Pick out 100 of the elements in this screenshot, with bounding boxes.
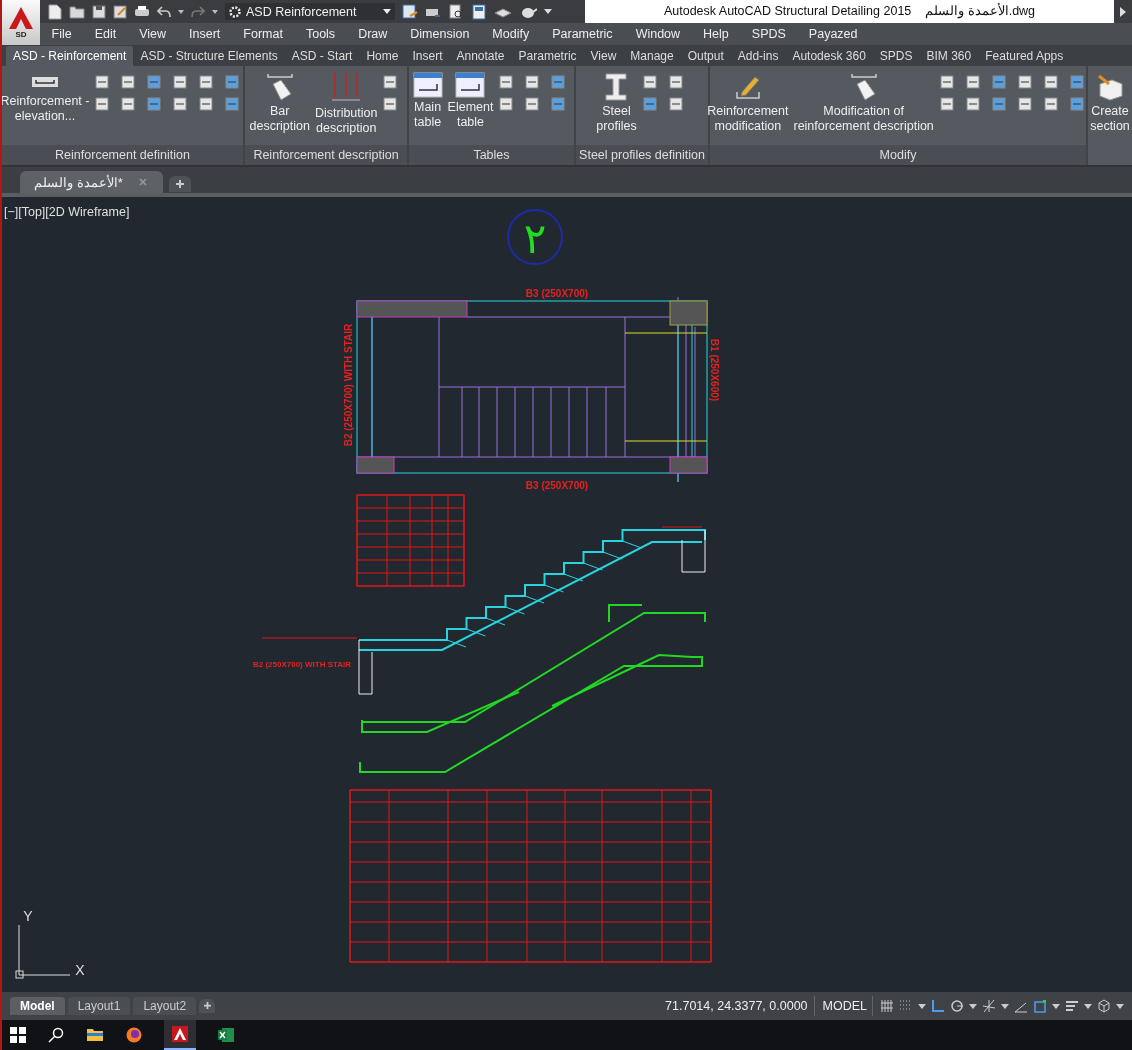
- new-layout-button[interactable]: [199, 998, 216, 1013]
- tool-icon[interactable]: [524, 95, 541, 112]
- ribbon-tab[interactable]: SPDS: [872, 45, 920, 66]
- tool-icon[interactable]: [990, 73, 1007, 90]
- caret-icon[interactable]: [1001, 1003, 1009, 1009]
- viewport-label[interactable]: [−][Top][2D Wireframe]: [4, 205, 130, 220]
- ortho-icon[interactable]: [931, 999, 945, 1014]
- publish-icon[interactable]: [402, 3, 418, 20]
- grid-icon[interactable]: [880, 999, 894, 1014]
- spreadsheet-icon[interactable]: [218, 1027, 234, 1043]
- ribbon-button[interactable]: Create section: [1090, 71, 1130, 134]
- cube-icon[interactable]: [1097, 999, 1111, 1014]
- tool-icon[interactable]: [550, 95, 567, 112]
- layout-tab[interactable]: Layout2: [133, 997, 197, 1016]
- tool-icon[interactable]: [224, 73, 241, 90]
- layout-tab[interactable]: Layout1: [67, 997, 131, 1016]
- caret-icon[interactable]: [918, 1003, 926, 1009]
- taskbar-app-button[interactable]: [164, 1020, 196, 1050]
- tool-icon[interactable]: [498, 95, 515, 112]
- ribbon-tab[interactable]: ASD - Reinforcement: [6, 45, 134, 66]
- tool-icon[interactable]: [198, 95, 215, 112]
- tool-icon[interactable]: [550, 73, 567, 90]
- tool-icon[interactable]: [172, 73, 189, 90]
- object-snap-icon[interactable]: [1033, 999, 1047, 1014]
- tool-icon[interactable]: [1042, 73, 1059, 90]
- tool-icon[interactable]: [94, 73, 111, 90]
- menu-item[interactable]: View: [127, 27, 178, 41]
- caret-icon[interactable]: [544, 9, 552, 14]
- ribbon-tab[interactable]: Featured Apps: [978, 45, 1071, 66]
- save-icon[interactable]: [92, 4, 106, 19]
- ribbon-tab[interactable]: Annotate: [449, 45, 512, 66]
- tool-icon[interactable]: [964, 95, 981, 112]
- tool-icon[interactable]: [1068, 95, 1085, 112]
- ribbon-button[interactable]: Reinforcement modification: [707, 71, 789, 134]
- ribbon-tab[interactable]: Add-ins: [730, 45, 786, 66]
- print-icon[interactable]: [134, 4, 150, 19]
- windows-logo-icon[interactable]: [10, 1027, 26, 1043]
- tool-icon[interactable]: [146, 73, 163, 90]
- caret-icon[interactable]: [1084, 1003, 1092, 1009]
- application-button[interactable]: SD: [2, 0, 40, 45]
- tool-icon[interactable]: [667, 95, 684, 112]
- save-as-icon[interactable]: [113, 4, 127, 19]
- open-folder-icon[interactable]: [69, 4, 85, 19]
- ribbon-button[interactable]: Bar description: [249, 71, 310, 134]
- ribbon-tab[interactable]: Parametric: [511, 45, 584, 66]
- tool-icon[interactable]: [964, 73, 981, 90]
- menu-item[interactable]: Modify: [480, 27, 541, 41]
- polar-icon[interactable]: [950, 999, 964, 1014]
- tool-icon[interactable]: [1042, 95, 1059, 112]
- ribbon-tab[interactable]: Home: [359, 45, 406, 66]
- caret-icon[interactable]: [1052, 1003, 1060, 1009]
- tool-icon[interactable]: [938, 73, 955, 90]
- ribbon-tab[interactable]: BIM 360: [919, 45, 979, 66]
- tool-icon[interactable]: [382, 95, 399, 112]
- tool-icon[interactable]: [382, 73, 399, 90]
- tool-icon[interactable]: [524, 73, 541, 90]
- menu-item[interactable]: Window: [624, 27, 692, 41]
- caret-icon[interactable]: [969, 1003, 977, 1009]
- tool-icon[interactable]: [641, 73, 658, 90]
- menu-item[interactable]: Insert: [177, 27, 232, 41]
- menu-item[interactable]: SPDS: [740, 27, 798, 41]
- window-icon[interactable]: [471, 3, 487, 20]
- ribbon-button[interactable]: Modification of reinforcement description: [793, 71, 934, 134]
- tool-icon[interactable]: [641, 95, 658, 112]
- tool-icon[interactable]: [120, 73, 137, 90]
- coordinates-readout[interactable]: 71.7014, 24.3377, 0.0000: [659, 996, 815, 1017]
- tool-icon[interactable]: [498, 73, 515, 90]
- redo-icon[interactable]: [191, 5, 205, 18]
- menu-item[interactable]: Parametric: [540, 27, 625, 41]
- lineweight-icon[interactable]: [1065, 999, 1079, 1014]
- menu-item[interactable]: File: [40, 27, 84, 41]
- model-space-button[interactable]: MODEL: [817, 996, 873, 1017]
- tool-icon[interactable]: [990, 95, 1007, 112]
- ribbon-tab[interactable]: View: [583, 45, 624, 66]
- menu-item[interactable]: Edit: [83, 27, 128, 41]
- ribbon-tab[interactable]: Insert: [405, 45, 450, 66]
- tool-icon[interactable]: [120, 95, 137, 112]
- caret-icon[interactable]: [212, 9, 218, 14]
- ribbon-tab[interactable]: Manage: [623, 45, 681, 66]
- menu-item[interactable]: Dimension: [398, 27, 481, 41]
- ribbon-tab[interactable]: Output: [680, 45, 731, 66]
- tool-icon[interactable]: [938, 95, 955, 112]
- tool-icon[interactable]: [1016, 73, 1033, 90]
- search-icon[interactable]: [48, 1027, 64, 1043]
- preview-icon[interactable]: [448, 3, 464, 20]
- ribbon-tab[interactable]: Autodesk 360: [785, 45, 873, 66]
- menu-item[interactable]: Draw: [346, 27, 399, 41]
- menu-item[interactable]: Format: [231, 27, 295, 41]
- tool-icon[interactable]: [667, 73, 684, 90]
- new-tab-button[interactable]: [168, 176, 191, 193]
- ribbon-button[interactable]: Main table: [412, 71, 443, 130]
- expand-arrow-icon[interactable]: [1120, 6, 1126, 17]
- tool-icon[interactable]: [198, 73, 215, 90]
- menu-item[interactable]: Payazed: [797, 27, 869, 41]
- layout-tab[interactable]: Model: [10, 997, 65, 1016]
- ribbon-tab[interactable]: ASD - Structure Elements: [133, 45, 285, 66]
- tool-icon[interactable]: [224, 95, 241, 112]
- tool-icon[interactable]: [94, 95, 111, 112]
- ribbon-button[interactable]: Distribution description: [314, 71, 378, 136]
- menu-item[interactable]: Help: [691, 27, 741, 41]
